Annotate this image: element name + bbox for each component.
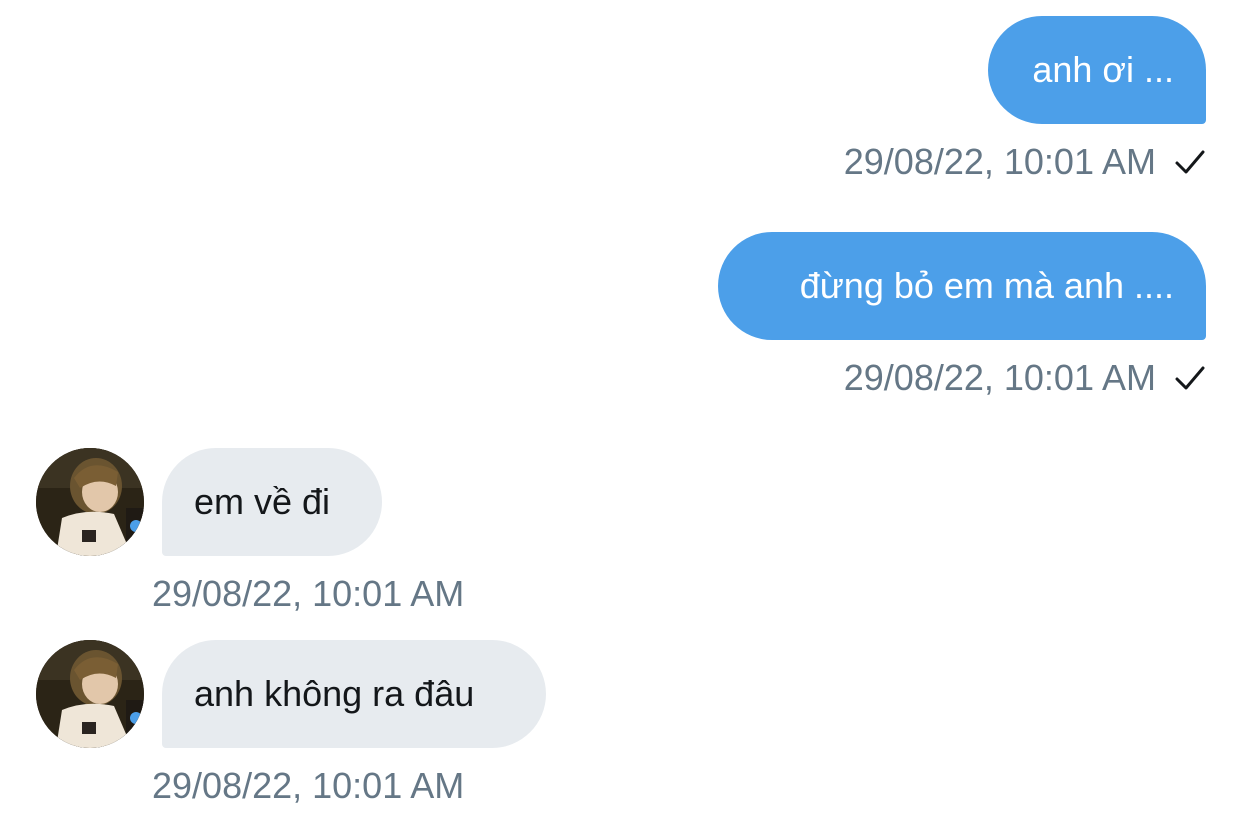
message-meta: 29/08/22, 10:01 AM — [844, 140, 1206, 184]
sent-message-bubble[interactable]: đừng bỏ em mà anh .... — [718, 232, 1206, 340]
message-text: anh không ra đâu — [194, 673, 475, 714]
message-timestamp: 29/08/22, 10:01 AM — [152, 765, 465, 806]
message-text: em về đi — [194, 481, 331, 522]
message-text: anh ơi ... — [1032, 49, 1174, 90]
avatar-image — [36, 448, 144, 556]
checkmark-icon — [1175, 150, 1205, 174]
avatar-image — [36, 640, 144, 748]
message-text: đừng bỏ em mà anh .... — [799, 265, 1174, 306]
message-timestamp: 29/08/22, 10:01 AM — [152, 573, 465, 614]
message-timestamp: 29/08/22, 10:01 AM — [843, 141, 1156, 182]
message-meta: 29/08/22, 10:01 AM — [152, 764, 464, 808]
received-message-bubble[interactable]: anh không ra đâu — [162, 640, 546, 748]
sent-message-bubble[interactable]: anh ơi ... — [988, 16, 1206, 124]
message-meta: 29/08/22, 10:01 AM — [152, 572, 464, 616]
user-avatar[interactable] — [36, 640, 144, 748]
checkmark-icon — [1175, 366, 1205, 390]
received-message-bubble[interactable]: em về đi — [162, 448, 382, 556]
message-meta: 29/08/22, 10:01 AM — [844, 356, 1206, 400]
message-timestamp: 29/08/22, 10:01 AM — [843, 357, 1156, 398]
user-avatar[interactable] — [36, 448, 144, 556]
